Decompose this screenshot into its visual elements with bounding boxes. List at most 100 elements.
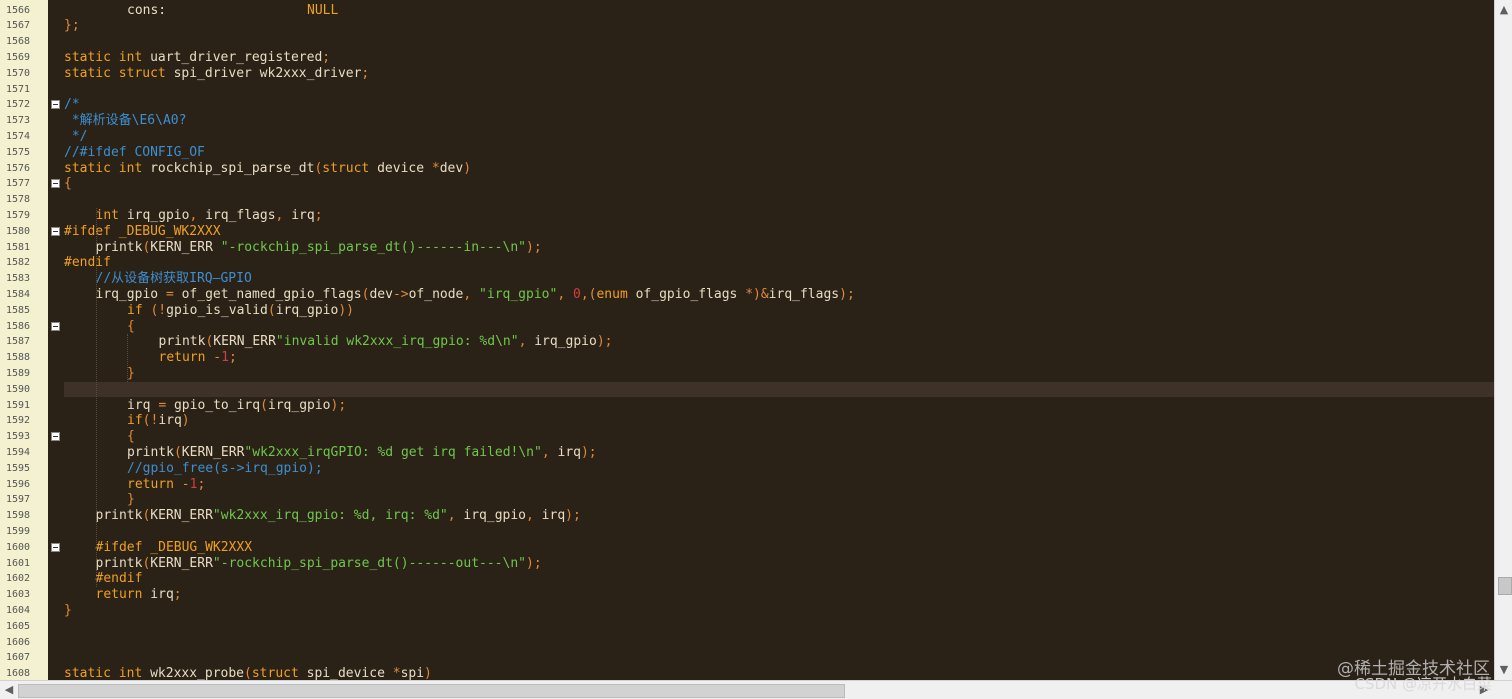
code-line[interactable]: //从设备树获取IRQ—GPIO	[96, 271, 252, 287]
code-line[interactable]: static int wk2xxx_probe(struct spi_devic…	[64, 666, 432, 680]
fold-toggle-icon[interactable]	[51, 432, 60, 442]
line-number: 1585	[6, 304, 31, 316]
watermark-csdn: CSDN @凉开水白菜	[1354, 675, 1492, 693]
line-number: 1592	[6, 415, 31, 427]
vertical-scroll-thumb[interactable]	[1498, 577, 1512, 595]
line-number: 1571	[6, 83, 31, 95]
horizontal-scrollbar[interactable]: ◀ ▶	[0, 680, 1512, 699]
code-token: of_node	[408, 286, 464, 302]
code-token: #ifdef _DEBUG_WK2XXX	[95, 539, 253, 555]
code-token: *)&	[745, 286, 769, 302]
fold-toggle-icon[interactable]	[51, 226, 60, 236]
line-number: 1599	[6, 525, 31, 537]
code-token: irq_gpio	[463, 508, 527, 524]
code-line[interactable]: if (!gpio_is_valid(irq_gpio))	[127, 303, 354, 319]
code-line[interactable]: *解析设备\E6\A0?	[64, 113, 187, 129]
line-number: 1596	[6, 478, 31, 490]
scroll-up-arrow-icon[interactable]: ▲	[1495, 2, 1512, 18]
code-line[interactable]: return -1;	[159, 350, 237, 366]
vertical-scrollbar[interactable]: ▲ ▼	[1494, 0, 1512, 680]
code-token: );	[330, 397, 347, 413]
line-number: 1600	[6, 541, 31, 553]
line-number-gutter: 1566 1567 1568 1569 1570 1571 1572 1573 1574 1575…	[0, 0, 49, 680]
code-line[interactable]: #ifdef _DEBUG_WK2XXX	[64, 224, 221, 240]
code-line[interactable]: printk(KERN_ERR"-rockchip_spi_parse_dt()…	[96, 556, 542, 572]
code-token: ;	[197, 476, 206, 492]
code-token: enum	[596, 286, 636, 302]
code-token: irq	[127, 397, 159, 413]
code-line[interactable]: //#ifdef CONFIG_OF	[64, 145, 205, 161]
code-line[interactable]: printk(KERN_ERR"invalid wk2xxx_irq_gpio:…	[159, 334, 613, 350]
fold-toggle-icon[interactable]	[51, 179, 60, 189]
code-token: )	[463, 160, 472, 176]
line-number: 1581	[6, 241, 31, 253]
line-number: 1570	[6, 67, 31, 79]
fold-toggle-icon[interactable]	[51, 321, 60, 331]
code-token: irq_gpio	[534, 334, 597, 350]
code-token: irq_gpio	[95, 286, 166, 302]
code-token: ;	[314, 207, 323, 223]
scroll-left-arrow-icon[interactable]: ◀	[1, 681, 17, 699]
code-token: ,	[189, 207, 206, 223]
code-area[interactable]: cons: NULL}; static int uart_driver_regis…	[64, 0, 1494, 681]
line-number: 1604	[6, 604, 31, 616]
code-token: =	[158, 397, 174, 413]
line-number: 1577	[6, 178, 31, 190]
code-line[interactable]: {	[127, 429, 135, 445]
code-line[interactable]: //gpio_free(s->irq_gpio);	[127, 461, 323, 477]
code-line[interactable]: irq = gpio_to_irq(irq_gpio);	[127, 398, 346, 414]
code-line[interactable]: /*	[64, 97, 80, 113]
code-line[interactable]: */	[64, 129, 88, 145]
code-line[interactable]: static struct spi_driver wk2xxx_driver;	[64, 66, 369, 82]
code-token: );	[526, 555, 542, 571]
code-token: )	[424, 666, 432, 680]
code-token: ,	[541, 444, 558, 460]
code-line[interactable]: static int rockchip_spi_parse_dt(struct …	[64, 161, 471, 177]
line-number: 1569	[6, 51, 31, 63]
code-line[interactable]: }	[64, 603, 72, 619]
code-line[interactable]: #ifdef _DEBUG_WK2XXX	[96, 540, 253, 556]
line-number: 1594	[6, 446, 31, 458]
code-token: dev	[439, 160, 464, 176]
code-line[interactable]: };	[64, 18, 80, 34]
code-token: ;	[361, 65, 370, 81]
code-line[interactable]: return -1;	[127, 477, 205, 493]
code-token: );	[839, 286, 855, 302]
code-line[interactable]: return irq;	[96, 587, 182, 603]
scroll-down-arrow-icon[interactable]: ▼	[1495, 662, 1512, 678]
indent-guide	[95, 207, 97, 588]
code-line[interactable]: cons: NULL	[127, 3, 338, 19]
code-line[interactable]: {	[64, 176, 72, 192]
code-token: NULL	[307, 2, 339, 18]
code-token: static int	[64, 160, 151, 176]
line-number: 1590	[6, 383, 31, 395]
code-line[interactable]: #endif	[96, 571, 143, 587]
code-token: ,	[557, 286, 573, 302]
code-token: return	[158, 350, 214, 366]
code-token: -	[181, 476, 190, 492]
line-number: 1593	[6, 431, 31, 443]
code-line[interactable]: irq_gpio = of_get_named_gpio_flags(dev->…	[96, 287, 855, 303]
code-line[interactable]: #endif	[64, 255, 111, 271]
line-number: 1603	[6, 589, 31, 601]
code-line[interactable]: int irq_gpio, irq_flags, irq;	[96, 208, 323, 224]
code-token: "wk2xxx_irqGPIO: %d get irq failed!\n"	[244, 444, 542, 460]
code-line[interactable]: static int uart_driver_registered;	[64, 50, 330, 66]
code-line[interactable]: printk(KERN_ERR"wk2xxx_irq_gpio: %d, irq…	[96, 508, 581, 524]
code-token: spi_device	[306, 666, 393, 680]
code-line[interactable]: if(!irq)	[127, 413, 190, 429]
code-token: irq_flags	[768, 286, 840, 302]
code-token: (	[260, 397, 268, 413]
code-line[interactable]: }	[127, 366, 135, 382]
code-line[interactable]: printk(KERN_ERR "-rockchip_spi_parse_dt(…	[96, 240, 542, 256]
fold-toggle-icon[interactable]	[51, 100, 60, 110]
code-token: #endif	[64, 255, 111, 271]
code-line[interactable]: {	[127, 319, 135, 335]
horizontal-scroll-thumb[interactable]	[18, 684, 845, 698]
indent-guide	[127, 334, 128, 382]
code-line[interactable]: }	[127, 492, 135, 508]
code-line[interactable]: printk(KERN_ERR"wk2xxx_irqGPIO: %d get i…	[127, 445, 597, 461]
fold-toggle-icon[interactable]	[51, 542, 60, 552]
code-token: /*	[64, 97, 80, 113]
code-token: spi	[400, 666, 425, 680]
